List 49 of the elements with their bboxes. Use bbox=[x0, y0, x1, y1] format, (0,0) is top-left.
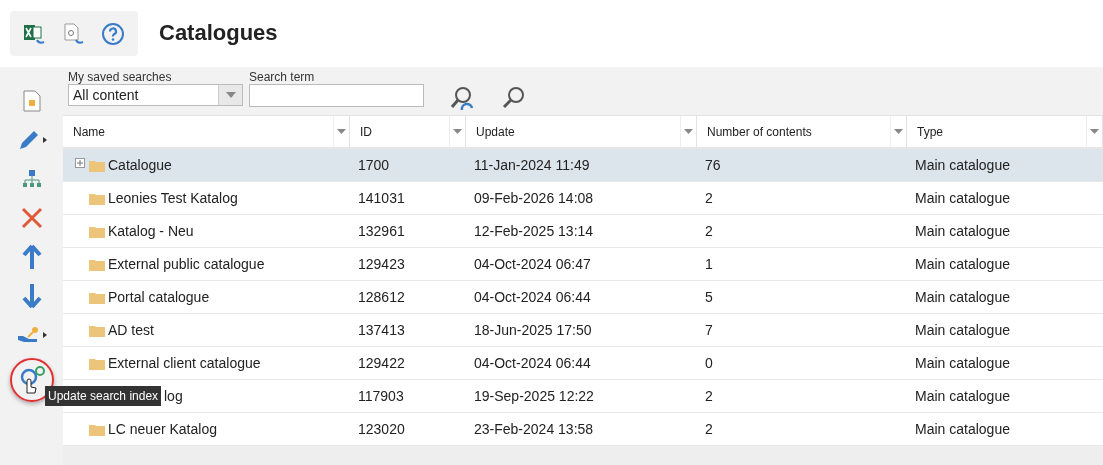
table-cell-text: 117903 bbox=[358, 386, 404, 406]
table-cell-text: 2 bbox=[705, 188, 713, 208]
catalogue-name: AD test bbox=[108, 320, 154, 340]
table-cell-text: 2 bbox=[705, 386, 713, 406]
table-cell-text: 09-Feb-2026 14:08 bbox=[474, 188, 594, 208]
table-cell-text: 132961 bbox=[358, 221, 405, 241]
table-cell-text: 18-Jun-2025 17:50 bbox=[474, 320, 592, 340]
catalogue-name: log bbox=[164, 386, 183, 406]
table-cell-text: Main catalogue bbox=[915, 287, 1010, 307]
table-cell-text: 1 bbox=[705, 254, 713, 274]
table-cell-text: 137413 bbox=[358, 320, 405, 340]
table-cell-text: Main catalogue bbox=[915, 221, 1010, 241]
table-cell-text: 5 bbox=[705, 287, 713, 307]
table-cell-text: 0 bbox=[705, 353, 713, 373]
catalogue-name: Katalog - Neu bbox=[108, 221, 194, 241]
table-cell-text: 76 bbox=[705, 155, 721, 175]
table-cell-text: Main catalogue bbox=[915, 188, 1010, 208]
catalogue-name: External public catalogue bbox=[108, 254, 265, 274]
field-label: Search term bbox=[249, 70, 316, 84]
table-cell-text: 04-Oct-2024 06:44 bbox=[474, 353, 591, 373]
table-cell-text: 11-Jan-2024 11:49 bbox=[474, 155, 590, 175]
catalogue-name: External client catalogue bbox=[108, 353, 261, 373]
table-cell-text: 2 bbox=[705, 419, 713, 439]
table-cell-text: 23-Feb-2024 13:58 bbox=[474, 419, 594, 439]
table-cell-text: Main catalogue bbox=[915, 353, 1010, 373]
table-cell-text: Main catalogue bbox=[915, 155, 1010, 175]
table-cell-text: 12-Feb-2025 13:14 bbox=[474, 221, 594, 241]
table-cell-text: 2 bbox=[705, 221, 713, 241]
table-cell-text: Main catalogue bbox=[915, 320, 1010, 340]
table-cell-text: 141031 bbox=[358, 188, 405, 208]
catalogue-name: Leonies Test Katalog bbox=[108, 188, 238, 208]
table-cell-text: Main catalogue bbox=[915, 419, 1010, 439]
table-cell-text: Main catalogue bbox=[915, 386, 1010, 406]
table-cell-text: 04-Oct-2024 06:44 bbox=[474, 287, 591, 307]
table-cell-text: 04-Oct-2024 06:47 bbox=[474, 254, 591, 274]
catalogue-name: Catalogue bbox=[108, 155, 172, 175]
catalogue-name: LC neuer Katalog bbox=[108, 419, 217, 439]
catalogue-name: Portal catalogue bbox=[108, 287, 210, 307]
table-cell-text: 129423 bbox=[358, 254, 405, 274]
table-cell-text: 128612 bbox=[358, 287, 405, 307]
table-cell-text: 19-Sep-2025 12:22 bbox=[474, 386, 594, 406]
table-cell-text: 7 bbox=[705, 320, 713, 340]
table-cell-text: 1700 bbox=[358, 155, 390, 175]
tooltip: Update search index bbox=[45, 386, 162, 406]
table-cell-text: 123020 bbox=[358, 419, 405, 439]
page-title: Catalogues bbox=[159, 20, 278, 47]
field-label: My saved searches bbox=[68, 70, 173, 84]
table-cell-text: Main catalogue bbox=[915, 254, 1010, 274]
table-cell-text: 129422 bbox=[358, 353, 405, 373]
